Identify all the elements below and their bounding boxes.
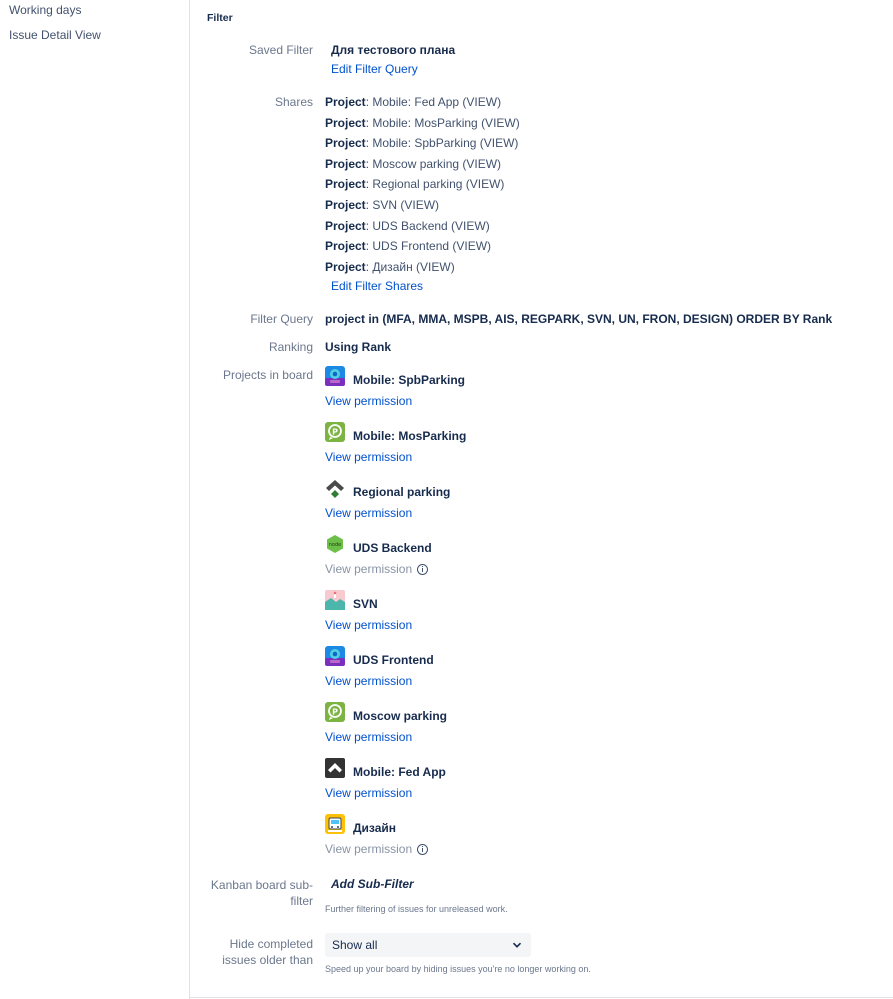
share-text: : Moscow parking (VIEW) — [365, 156, 502, 171]
kanban-subfilter-label-line2: filter — [290, 894, 313, 908]
view-permission-row: View permission — [325, 842, 429, 856]
share-type: Project — [325, 259, 366, 274]
shares-label: Shares — [274, 95, 313, 109]
info-icon[interactable] — [417, 564, 429, 575]
landscape-icon — [325, 590, 345, 610]
view-permission-link[interactable]: View permission — [325, 674, 412, 688]
view-permission-link[interactable]: View permission — [325, 506, 412, 520]
ranking-value: Using Rank — [325, 340, 392, 354]
section-title: Filter — [207, 12, 233, 24]
view-permission-link[interactable]: View permission — [325, 618, 412, 632]
share-text: : SVN (VIEW) — [365, 198, 440, 212]
hide-completed-label-line1: Hide completed — [229, 937, 313, 951]
share-row: Project: UDS Frontend (VIEW) — [325, 238, 491, 254]
chevron-down-icon — [512, 942, 522, 948]
svg-text:P: P — [332, 427, 338, 436]
share-text: : Mobile: MosParking (VIEW) — [365, 115, 520, 130]
view-permission-row: View permission — [325, 786, 412, 800]
project-name: UDS Frontend — [353, 653, 434, 667]
view-permission-row: View permission — [325, 730, 412, 744]
bottom-divider — [190, 997, 893, 998]
saved-filter-label: Saved Filter — [248, 43, 313, 57]
spb-parking-app-icon — [325, 366, 345, 386]
view-permission-row: View permission — [325, 618, 412, 632]
project-name: Moscow parking — [353, 709, 448, 723]
saved-filter-value: Для тестового плана — [331, 43, 456, 57]
share-row: Project: Mobile: MosParking (VIEW) — [325, 115, 520, 131]
hide-completed-select[interactable]: Show all — [325, 933, 531, 957]
share-text: : Mobile: SpbParking (VIEW) — [365, 136, 519, 151]
sidebar-item-working-days[interactable]: Working days — [0, 2, 81, 18]
svg-text:P: P — [332, 707, 338, 716]
filter-query-label: Filter Query — [250, 312, 313, 326]
info-icon[interactable] — [417, 844, 429, 855]
share-row: Project: Mobile: SpbParking (VIEW) — [325, 135, 518, 151]
sidebar-item-issue-detail-view[interactable]: Issue Detail View — [0, 27, 101, 43]
share-type: Project — [325, 156, 366, 171]
share-row: Project: SVN (VIEW) — [325, 197, 439, 213]
kanban-subfilter-label-line1: Kanban board sub- — [210, 878, 313, 892]
hide-completed-label-line2: issues older than — [222, 953, 313, 967]
share-type: Project — [325, 218, 366, 233]
view-permission-link[interactable]: View permission — [325, 730, 412, 744]
view-permission-link: View permission — [325, 842, 413, 856]
project-name: SVN — [353, 597, 378, 611]
view-permission-row: View permission — [325, 450, 412, 464]
nodejs-hex-icon: node — [325, 534, 345, 554]
share-text: : UDS Frontend (VIEW) — [365, 239, 492, 254]
share-row: Project: Mobile: Fed App (VIEW) — [325, 94, 501, 110]
share-text: : UDS Backend (VIEW) — [365, 218, 490, 233]
project-name: Mobile: MosParking — [353, 429, 467, 443]
share-type: Project — [325, 239, 366, 254]
share-type: Project — [325, 115, 366, 130]
share-type: Project — [325, 95, 366, 109]
project-name: UDS Backend — [353, 541, 432, 555]
filter-query-value: project in (MFA, MMA, MSPB, AIS, REGPARK… — [325, 312, 833, 326]
svg-text:node: node — [329, 542, 341, 548]
projects-in-board-label: Projects in board — [222, 368, 313, 382]
share-type: Project — [325, 177, 366, 192]
hide-completed-help: Speed up your board by hiding issues you… — [325, 964, 591, 974]
view-permission-link[interactable]: View permission — [325, 450, 412, 464]
share-text: : Mobile: Fed App (VIEW) — [365, 95, 502, 109]
share-row: Project: Moscow parking (VIEW) — [325, 156, 501, 172]
design-bus-icon — [325, 814, 345, 834]
view-permission-row: View permission — [325, 506, 412, 520]
filter-settings-panel: Filter Saved Filter Для тестового плана … — [190, 0, 893, 999]
hide-completed-select-value: Show all — [332, 938, 378, 952]
parking-p-icon: P — [325, 422, 345, 442]
project-name: Дизайн — [353, 821, 397, 835]
spb-parking-app-icon — [325, 646, 345, 666]
project-name: Mobile: SpbParking — [353, 373, 466, 387]
add-sub-filter-link[interactable]: Add Sub-Filter — [331, 877, 414, 891]
share-text: : Regional parking (VIEW) — [365, 177, 505, 192]
parking-p-icon: P — [325, 702, 345, 722]
sidebar: Working days Issue Detail View — [0, 0, 190, 999]
kanban-subfilter-help: Further filtering of issues for unreleas… — [325, 904, 508, 914]
project-name: Regional parking — [353, 485, 451, 499]
edit-filter-shares-link[interactable]: Edit Filter Shares — [331, 279, 423, 293]
view-permission-link[interactable]: View permission — [325, 394, 412, 408]
chevron-logo-icon — [325, 478, 345, 498]
edit-filter-query-link[interactable]: Edit Filter Query — [331, 62, 418, 76]
share-row: Project: UDS Backend (VIEW) — [325, 218, 490, 234]
share-type: Project — [325, 198, 366, 212]
kanban-subfilter-label: Kanban board sub- filter — [193, 877, 313, 909]
project-name: Mobile: Fed App — [353, 765, 446, 779]
share-type: Project — [325, 136, 366, 151]
share-row: Project: Regional parking (VIEW) — [325, 176, 504, 192]
ranking-label: Ranking — [268, 340, 313, 354]
chevron-up-square-icon — [325, 758, 345, 778]
view-permission-row: View permission — [325, 674, 412, 688]
hide-completed-label: Hide completed issues older than — [193, 936, 313, 968]
share-text: : Дизайн (VIEW) — [365, 259, 455, 274]
view-permission-link: View permission — [325, 562, 413, 576]
view-permission-link[interactable]: View permission — [325, 786, 412, 800]
view-permission-row: View permission — [325, 562, 429, 576]
share-row: Project: Дизайн (VIEW) — [325, 259, 455, 275]
view-permission-row: View permission — [325, 394, 412, 408]
